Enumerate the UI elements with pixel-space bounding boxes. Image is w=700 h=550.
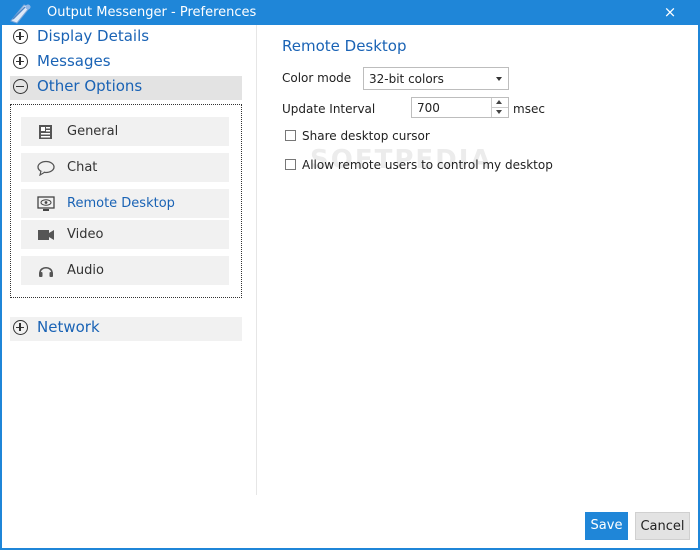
section-network[interactable]: Network	[10, 317, 242, 341]
general-icon	[39, 125, 52, 139]
section-label: Other Options	[37, 77, 143, 95]
plus-circle-icon	[13, 320, 28, 335]
sidebar: Display Details Messages Other Options G…	[2, 25, 244, 495]
save-button[interactable]: Save	[585, 512, 628, 540]
color-mode-select[interactable]: 32-bit colors	[363, 67, 509, 90]
stepper-down-icon[interactable]	[492, 108, 508, 117]
allow-control-label: Allow remote users to control my desktop	[302, 158, 553, 172]
sidebar-item-label: Audio	[67, 263, 104, 278]
chat-bubble-icon	[37, 160, 55, 176]
sidebar-item-label: General	[67, 124, 119, 139]
share-cursor-label: Share desktop cursor	[302, 129, 430, 143]
update-interval-value: 700	[417, 101, 440, 115]
close-icon: ×	[663, 3, 677, 21]
stepper-up-icon[interactable]	[492, 98, 508, 108]
section-messages[interactable]: Messages	[10, 51, 242, 75]
sidebar-item-label: Remote Desktop	[67, 196, 175, 211]
sidebar-item-general[interactable]: General	[21, 117, 229, 146]
close-button[interactable]: ×	[656, 2, 684, 22]
section-display-details[interactable]: Display Details	[10, 26, 242, 50]
headset-icon	[39, 266, 53, 277]
section-label: Display Details	[37, 27, 150, 45]
sidebar-item-label: Chat	[67, 160, 98, 175]
client-area: Display Details Messages Other Options G…	[2, 25, 698, 548]
color-mode-label: Color mode	[282, 71, 352, 85]
section-label: Messages	[37, 52, 111, 70]
update-interval-unit: msec	[513, 102, 545, 116]
chevron-down-icon	[496, 77, 502, 81]
sidebar-item-chat[interactable]: Chat	[21, 153, 229, 182]
plus-circle-icon	[13, 29, 28, 44]
pane-divider	[256, 25, 257, 495]
section-label: Network	[37, 318, 100, 336]
allow-control-checkbox[interactable]	[285, 159, 296, 170]
output-messenger-logo-icon	[10, 4, 31, 24]
sidebar-item-label: Video	[67, 227, 104, 242]
sidebar-item-remote-desktop[interactable]: Remote Desktop	[21, 189, 229, 218]
update-interval-stepper[interactable]: 700	[411, 97, 509, 118]
color-mode-value: 32-bit colors	[369, 72, 444, 86]
sidebar-item-video[interactable]: Video	[21, 220, 229, 249]
stepper-buttons	[491, 98, 508, 117]
share-cursor-checkbox[interactable]	[285, 130, 296, 141]
minus-circle-icon	[13, 79, 28, 94]
sidebar-item-audio[interactable]: Audio	[21, 256, 229, 285]
plus-circle-icon	[13, 54, 28, 69]
cancel-button[interactable]: Cancel	[635, 512, 690, 540]
video-camera-icon	[38, 230, 54, 240]
monitor-eye-icon	[37, 196, 55, 211]
page-title: Remote Desktop	[282, 37, 407, 55]
update-interval-label: Update Interval	[282, 102, 376, 116]
footer: Save Cancel	[2, 495, 698, 548]
other-options-submenu: General Chat Remote Desktop Video Audio	[10, 104, 242, 298]
preferences-window: Output Messenger - Preferences × Display…	[0, 0, 700, 550]
window-title: Output Messenger - Preferences	[47, 5, 257, 20]
title-bar[interactable]: Output Messenger - Preferences ×	[0, 0, 700, 25]
section-other-options[interactable]: Other Options	[10, 76, 242, 100]
